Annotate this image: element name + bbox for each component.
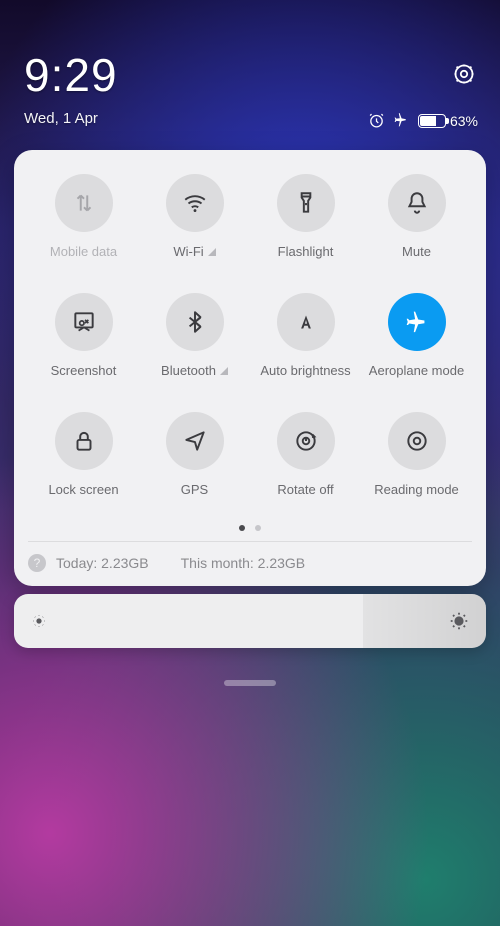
tile-label: Bluetooth <box>161 363 228 378</box>
tile-label: Aeroplane mode <box>369 363 464 378</box>
tile-flashlight[interactable]: Flashlight <box>250 174 361 259</box>
signal-triangle-icon <box>220 367 228 375</box>
mobile-data-icon <box>71 190 97 216</box>
tile-bluetooth[interactable]: Bluetooth <box>139 293 250 378</box>
tile-label: Mute <box>402 244 431 259</box>
tile-bubble <box>55 293 113 351</box>
tile-label: Mobile data <box>50 244 117 259</box>
tile-bubble <box>55 174 113 232</box>
tile-bubble <box>55 412 113 470</box>
tile-rotate-off[interactable]: Rotate off <box>250 412 361 497</box>
tile-bubble <box>277 174 335 232</box>
auto-brightness-icon <box>293 309 319 335</box>
tile-bubble <box>166 293 224 351</box>
page-dot-1 <box>239 525 245 531</box>
bluetooth-icon <box>182 309 208 335</box>
quick-settings-grid: Mobile data Wi-Fi Flashlight Mute Screenshot… <box>28 174 472 497</box>
tile-label: Rotate off <box>277 482 333 497</box>
settings-button[interactable] <box>452 62 476 86</box>
gps-icon <box>182 428 208 454</box>
gear-icon <box>452 62 476 86</box>
tile-label: Screenshot <box>51 363 117 378</box>
tile-bubble <box>277 293 335 351</box>
tile-bubble <box>166 412 224 470</box>
page-dot-2 <box>255 525 261 531</box>
quick-settings-panel: Mobile data Wi-Fi Flashlight Mute Screenshot… <box>14 150 486 586</box>
mute-icon <box>404 190 430 216</box>
tile-aeroplane-mode[interactable]: Aeroplane mode <box>361 293 472 378</box>
tile-auto-brightness[interactable]: Auto brightness <box>250 293 361 378</box>
clock: 9:29 <box>24 48 476 102</box>
tile-gps[interactable]: GPS <box>139 412 250 497</box>
alarm-icon <box>368 112 385 129</box>
tile-mute[interactable]: Mute <box>361 174 472 259</box>
page-indicator[interactable] <box>28 525 472 531</box>
tile-label: Lock screen <box>48 482 118 497</box>
tile-bubble <box>166 174 224 232</box>
reading-icon <box>404 428 430 454</box>
tile-label: Reading mode <box>374 482 459 497</box>
tile-label: Auto brightness <box>260 363 350 378</box>
tile-lock-screen[interactable]: Lock screen <box>28 412 139 497</box>
tile-label: GPS <box>181 482 208 497</box>
tile-bubble <box>388 174 446 232</box>
tile-label: Flashlight <box>278 244 334 259</box>
tile-reading-mode[interactable]: Reading mode <box>361 412 472 497</box>
flashlight-icon <box>293 190 319 216</box>
brightness-slider[interactable] <box>14 594 486 648</box>
tile-screenshot[interactable]: Screenshot <box>28 293 139 378</box>
signal-triangle-icon <box>208 248 216 256</box>
tile-bubble <box>388 293 446 351</box>
tile-wi-fi[interactable]: Wi-Fi <box>139 174 250 259</box>
usage-today: Today: 2.23GB <box>56 555 149 571</box>
brightness-high-icon <box>448 610 470 632</box>
tile-bubble <box>388 412 446 470</box>
airplane-icon <box>404 309 430 335</box>
battery-icon <box>418 114 446 128</box>
lock-icon <box>71 428 97 454</box>
tile-mobile-data[interactable]: Mobile data <box>28 174 139 259</box>
airplane-status-icon <box>393 112 410 129</box>
battery-indicator: 63% <box>418 113 478 129</box>
tile-label: Wi-Fi <box>173 244 215 259</box>
data-usage-row[interactable]: ? Today: 2.23GB This month: 2.23GB <box>28 541 472 572</box>
help-icon: ? <box>28 554 46 572</box>
wifi-icon <box>182 190 208 216</box>
notification-header: 9:29 Wed, 1 Apr 63% <box>0 0 500 127</box>
tile-bubble <box>277 412 335 470</box>
screenshot-icon <box>71 309 97 335</box>
drag-handle[interactable] <box>224 680 276 686</box>
brightness-low-icon <box>30 612 48 630</box>
battery-percent: 63% <box>450 113 478 129</box>
rotate-icon <box>293 428 319 454</box>
usage-month: This month: 2.23GB <box>181 555 306 571</box>
status-icons: 63% <box>368 112 478 129</box>
